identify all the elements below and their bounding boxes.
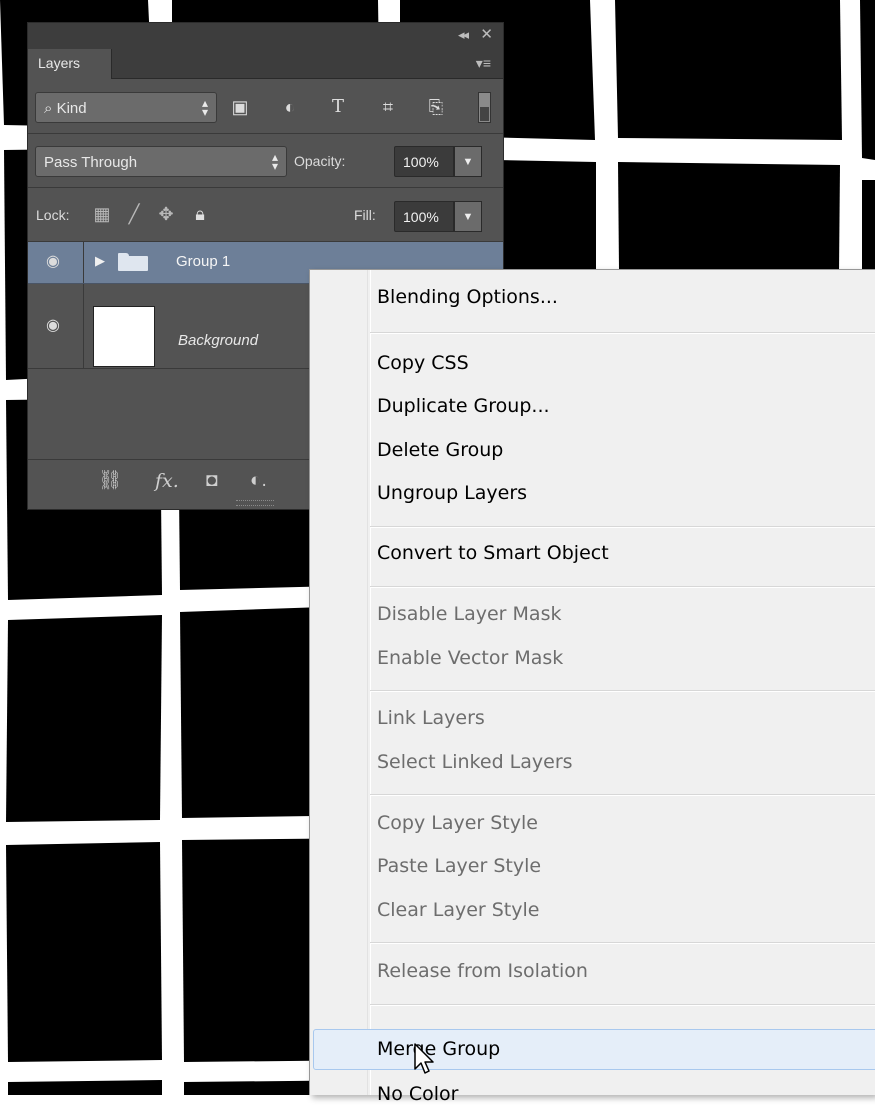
blend-mode-value: Pass Through — [44, 154, 138, 171]
menu-separator — [370, 1004, 875, 1006]
filter-toggle-switch[interactable] — [478, 92, 491, 123]
menu-item-select-linked-layers: Select Linked Layers — [377, 751, 573, 773]
kind-filter-value: Kind — [56, 100, 87, 117]
menu-item-paste-layer-style: Paste Layer Style — [377, 855, 542, 877]
mouse-pointer-icon — [414, 1043, 434, 1074]
smart-object-filter-icon[interactable]: ⎘ — [424, 95, 448, 119]
menu-item-blending-options[interactable]: Blending Options... — [377, 286, 558, 308]
link-layers-icon[interactable]: ⛓ — [98, 469, 122, 493]
menu-item-copy-layer-style: Copy Layer Style — [377, 812, 538, 834]
fill-input[interactable]: 100% — [394, 201, 454, 232]
pixel-filter-icon[interactable]: ▣ — [228, 95, 252, 119]
fill-dropdown-button[interactable]: ▼ — [454, 201, 482, 232]
blend-mode-select[interactable]: Pass Through ▴ ▾ — [35, 146, 287, 177]
layer-mask-icon[interactable]: ◘ — [206, 469, 217, 493]
menu-separator — [370, 526, 875, 528]
menu-separator — [370, 690, 875, 692]
opacity-label: Opacity: — [294, 153, 346, 169]
collapse-panel-icon[interactable]: ◂◂ — [458, 27, 469, 43]
kind-filter-select[interactable]: ⌕ Kind ▴ ▾ — [35, 92, 217, 123]
menu-item-release-from-isolation: Release from Isolation — [377, 960, 588, 982]
menu-separator — [370, 942, 875, 944]
fill-label: Fill: — [354, 207, 376, 223]
chevron-updown-icon: ▴ ▾ — [271, 150, 278, 173]
panel-menu-icon[interactable]: ▾≡ — [476, 55, 491, 72]
adjustment-layer-icon[interactable]: ◐. — [250, 469, 267, 493]
panel-tab-row: Layers ▾≡ — [28, 49, 503, 79]
menu-separator — [370, 586, 875, 588]
eye-icon[interactable]: ◉ — [42, 318, 64, 334]
eye-icon[interactable]: ◉ — [42, 254, 64, 270]
visibility-cell[interactable]: ◉ — [28, 242, 84, 283]
lock-position-icon[interactable]: ✥ — [154, 202, 178, 226]
menu-item-ungroup-layers[interactable]: Ungroup Layers — [377, 482, 527, 504]
menu-separator — [370, 332, 875, 334]
lock-row: Lock: ▦ ╱ ✥ 🔒︎ Fill: 100% ▼ — [28, 188, 503, 242]
layer-name[interactable]: Group 1 — [176, 253, 230, 270]
lock-all-icon[interactable]: 🔒︎ — [188, 202, 212, 226]
menu-item-disable-layer-mask: Disable Layer Mask — [377, 603, 562, 625]
tab-layers[interactable]: Layers — [28, 49, 112, 79]
folder-icon — [118, 253, 148, 271]
resize-grip[interactable] — [236, 500, 274, 506]
lock-image-pixels-icon[interactable]: ╱ — [122, 202, 146, 226]
menu-item-no-color[interactable]: No Color — [377, 1083, 458, 1105]
close-icon[interactable]: ✕ — [480, 25, 493, 43]
menu-item-delete-group[interactable]: Delete Group — [377, 439, 503, 461]
panel-title-bar[interactable]: ◂◂ ✕ — [28, 23, 503, 49]
menu-separator — [370, 794, 875, 796]
menu-item-duplicate-group[interactable]: Duplicate Group... — [377, 395, 550, 417]
expand-triangle-icon[interactable]: ▶ — [95, 253, 105, 269]
tab-layers-label: Layers — [38, 55, 81, 71]
fx-layer-style-icon[interactable]: fx. — [155, 469, 179, 493]
layer-context-menu: Blending Options... Copy CSS Duplicate G… — [309, 269, 875, 1105]
type-filter-icon[interactable]: T — [326, 95, 350, 119]
layer-thumbnail — [93, 306, 155, 367]
menu-item-link-layers: Link Layers — [377, 707, 485, 729]
chevron-updown-icon: ▴ ▾ — [201, 96, 208, 119]
menu-item-clear-layer-style: Clear Layer Style — [377, 899, 540, 921]
menu-item-copy-css[interactable]: Copy CSS — [377, 352, 469, 374]
shape-filter-icon[interactable]: ⌗ — [376, 95, 400, 119]
opacity-dropdown-button[interactable]: ▼ — [454, 146, 482, 177]
layer-filter-row: ⌕ Kind ▴ ▾ ▣ ◐ T ⌗ ⎘ — [28, 79, 503, 134]
visibility-cell[interactable]: ◉ — [28, 284, 84, 368]
search-icon: ⌕ — [44, 100, 53, 117]
menu-item-convert-to-smart-object[interactable]: Convert to Smart Object — [377, 542, 609, 564]
lock-label: Lock: — [36, 207, 70, 223]
blend-row: Pass Through ▴ ▾ Opacity: 100% ▼ — [28, 134, 503, 188]
opacity-input[interactable]: 100% — [394, 146, 454, 177]
menu-item-enable-vector-mask: Enable Vector Mask — [377, 647, 564, 669]
layer-name[interactable]: Background — [178, 332, 258, 349]
adjustment-filter-icon[interactable]: ◐ — [278, 95, 302, 119]
menu-item-merge-group[interactable]: Merge Group — [377, 1038, 500, 1060]
menu-icon-gutter — [367, 270, 371, 1095]
lock-transparent-pixels-icon[interactable]: ▦ — [90, 202, 114, 226]
